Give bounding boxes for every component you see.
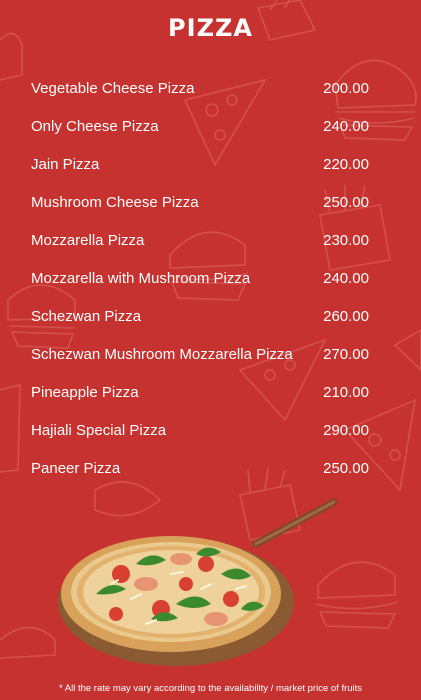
menu-item: Mozzarella Pizza 230.00 bbox=[31, 230, 371, 268]
item-price: 220.00 bbox=[323, 156, 369, 173]
item-name: Mozzarella Pizza bbox=[31, 232, 145, 249]
menu-item: Pineapple Pizza 210.00 bbox=[31, 382, 371, 420]
item-name: Mushroom Cheese Pizza bbox=[31, 194, 199, 211]
item-price: 230.00 bbox=[323, 232, 369, 249]
drink-doodle-icon bbox=[0, 383, 21, 473]
item-name: Schezwan Pizza bbox=[31, 308, 142, 325]
menu-item: Mushroom Cheese Pizza 250.00 bbox=[31, 192, 371, 230]
page-title: PIZZA bbox=[168, 14, 253, 42]
item-name: Vegetable Cheese Pizza bbox=[31, 80, 195, 97]
menu-item: Schezwan Mushroom Mozzarella Pizza 270.0… bbox=[31, 344, 371, 382]
item-price: 290.00 bbox=[323, 422, 369, 439]
item-name: Paneer Pizza bbox=[31, 460, 121, 477]
pizza-menu-list: Vegetable Cheese Pizza 200.00 Only Chees… bbox=[31, 78, 371, 496]
item-name: Mozzarella with Mushroom Pizza bbox=[31, 270, 251, 287]
menu-item: Mozzarella with Mushroom Pizza 240.00 bbox=[31, 268, 371, 306]
item-name: Only Cheese Pizza bbox=[31, 118, 159, 135]
pizza-on-peel-image bbox=[58, 498, 338, 666]
item-name: Hajiali Special Pizza bbox=[31, 422, 167, 439]
item-name: Jain Pizza bbox=[31, 156, 100, 173]
item-price: 210.00 bbox=[323, 384, 369, 401]
item-price: 200.00 bbox=[323, 80, 369, 97]
menu-item: Paneer Pizza 250.00 bbox=[31, 458, 371, 496]
item-price: 250.00 bbox=[323, 194, 369, 211]
menu-item: Jain Pizza 220.00 bbox=[31, 154, 371, 192]
item-price: 250.00 bbox=[323, 460, 369, 477]
burger-doodle-icon bbox=[0, 626, 56, 659]
menu-item: Schezwan Pizza 260.00 bbox=[31, 306, 371, 344]
item-price: 240.00 bbox=[323, 118, 369, 135]
pizza-slice-doodle-icon bbox=[393, 329, 421, 372]
item-name: Schezwan Mushroom Mozzarella Pizza bbox=[31, 346, 293, 363]
menu-item: Only Cheese Pizza 240.00 bbox=[31, 116, 371, 154]
item-name: Pineapple Pizza bbox=[31, 384, 139, 401]
item-price: 240.00 bbox=[323, 270, 369, 287]
menu-item: Vegetable Cheese Pizza 200.00 bbox=[31, 78, 371, 116]
item-price: 260.00 bbox=[323, 308, 369, 325]
item-price: 270.00 bbox=[323, 346, 369, 363]
price-disclaimer: * All the rate may vary according to the… bbox=[58, 683, 363, 694]
menu-item: Hajiali Special Pizza 290.00 bbox=[31, 420, 371, 458]
